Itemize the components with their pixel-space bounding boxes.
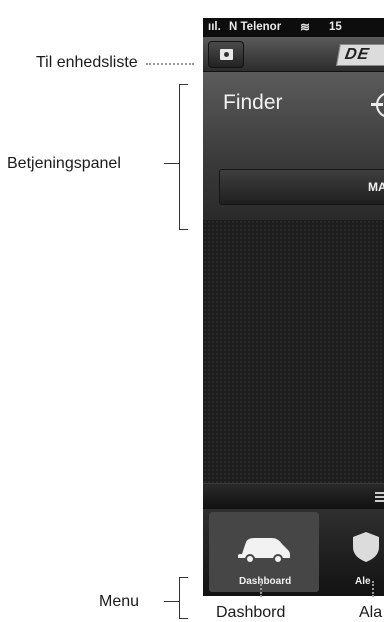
status-time: 15 — [329, 21, 342, 33]
phone-screen: ııl. N Telenor ≋ 15 DE Finder MA Dashboa… — [203, 18, 384, 596]
annotation-menu-bracket — [179, 577, 188, 619]
annotation-dashboard: Dashbord — [216, 604, 286, 621]
tab-bar: Dashboard Ale — [203, 509, 384, 596]
wifi-icon: ≋ — [300, 20, 311, 34]
menu-toggle-strip[interactable] — [203, 483, 384, 510]
annotation-menu: Menu — [99, 593, 140, 610]
tab-dashboard[interactable]: Dashboard — [209, 512, 319, 592]
annotation-control-panel: Betjeningspanel — [7, 155, 121, 172]
tab-dashboard-label: Dashboard — [239, 576, 292, 587]
hamburger-icon — [375, 492, 384, 504]
tab-alarm[interactable]: Ale — [333, 512, 384, 592]
device-list-button[interactable] — [208, 41, 244, 68]
panel-title: Finder — [223, 91, 283, 114]
annotation-device-list-leader — [146, 63, 194, 65]
tab-alarm-label: Ale — [355, 576, 371, 587]
annotation-control-panel-tick — [164, 163, 179, 164]
annotation-alarm-line1: Ala — [359, 604, 383, 621]
control-panel: Finder MA — [203, 72, 384, 220]
annotation-control-panel-bracket — [179, 84, 188, 230]
shield-icon — [353, 532, 379, 562]
annotation-alarm-leader — [372, 581, 374, 597]
main-content-area — [203, 220, 384, 483]
contact-card-icon — [219, 49, 233, 60]
car-icon — [238, 538, 290, 564]
map-button-label: MA — [368, 180, 384, 194]
map-button[interactable]: MA — [219, 169, 384, 205]
annotation-dashboard-leader — [260, 581, 262, 597]
locate-icon[interactable] — [371, 92, 384, 118]
brand-logo: DE — [336, 44, 384, 66]
status-bar: ııl. N Telenor ≋ 15 — [203, 18, 384, 37]
signal-icon: ııl. — [208, 21, 221, 33]
nav-bar: DE — [203, 37, 384, 72]
carrier-label: N Telenor — [229, 21, 282, 33]
annotation-menu-tick — [164, 601, 179, 602]
annotation-device-list: Til enhedsliste — [36, 54, 138, 71]
